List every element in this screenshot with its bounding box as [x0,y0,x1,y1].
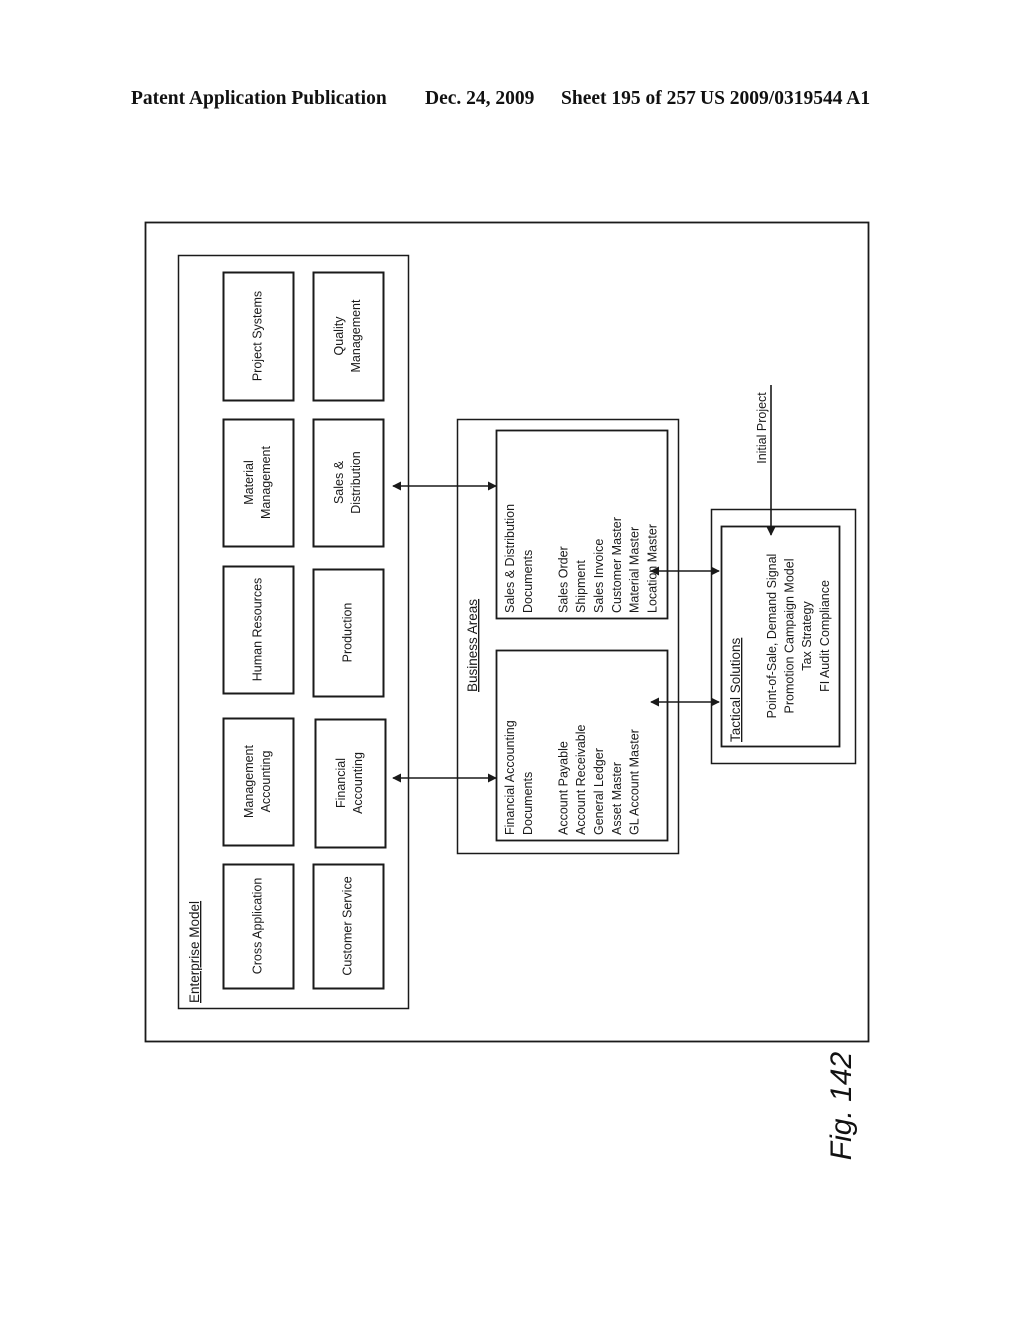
tactical-solutions-list: Point-of-Sale, Demand Signal Promotion Ca… [765,554,832,719]
sales-distribution-area-item: Sales Invoice [592,539,606,613]
initial-project-label: Initial Project [755,392,769,464]
financial-accounting-area-item: General Ledger [592,748,606,835]
sales-distribution-area-item: Sales Order [556,546,570,613]
module-financial-accounting-label: Financial [334,758,348,808]
sales-distribution-area-item: Customer Master [610,517,624,613]
tactical-solutions-title: Tactical Solutions [728,637,743,742]
module-project-systems-label: Project Systems [250,291,264,381]
module-sales-distribution-label: Distribution [349,451,363,514]
module-financial-accounting-label: Accounting [351,752,365,814]
enterprise-model-title: Enterprise Model [187,901,202,1003]
figure-label: Fig. 142 [825,1051,858,1160]
business-areas-title: Business Areas [465,599,480,692]
module-material-management-label: Material [242,460,256,504]
module-quality-management-label: Management [349,299,363,372]
sales-distribution-area-item: Sales & Distribution [503,504,517,613]
financial-accounting-area-list: Financial Accounting Documents Account Pay… [503,720,642,835]
module-management-accounting-label: Management [242,744,256,817]
module-management-accounting-label: Accounting [259,751,273,813]
sales-distribution-area-item: Location Master [645,524,659,613]
tactical-solution-item: Promotion Campaign Model [783,559,797,714]
tactical-solution-item: FI Audit Compliance [818,580,832,692]
financial-accounting-area-item: Financial Accounting [503,720,517,835]
sales-distribution-area-list: Sales & Distribution Documents Sales Order… [503,504,659,613]
financial-accounting-area-item: Account Payable [556,741,570,835]
financial-accounting-area-item: Asset Master [610,762,624,835]
financial-accounting-area-item: Documents [521,772,535,835]
module-sales-distribution-label: Sales & [332,460,346,504]
financial-accounting-area-item: Account Receivable [574,724,588,835]
diagram: Enterprise Model Project Systems Quality M… [144,221,870,1160]
module-production-label: Production [340,603,354,663]
enterprise-modules: Project Systems Quality ManagementMaterial… [222,271,387,990]
sales-distribution-area-item: Shipment [574,560,588,613]
module-customer-service-label: Customer Service [340,876,354,975]
module-cross-application-label: Cross Application [250,878,264,975]
sales-distribution-area-item: Documents [521,550,535,613]
module-quality-management-label: Quality [332,316,346,356]
module-human-resources-label: Human Resources [250,578,264,682]
tactical-solution-item: Tax Strategy [800,601,814,671]
tactical-solution-item: Point-of-Sale, Demand Signal [765,554,779,719]
module-material-management-label: Management [259,445,273,518]
sales-distribution-area-item: Material Master [628,527,642,613]
financial-accounting-area-item: GL Account Master [628,729,642,835]
